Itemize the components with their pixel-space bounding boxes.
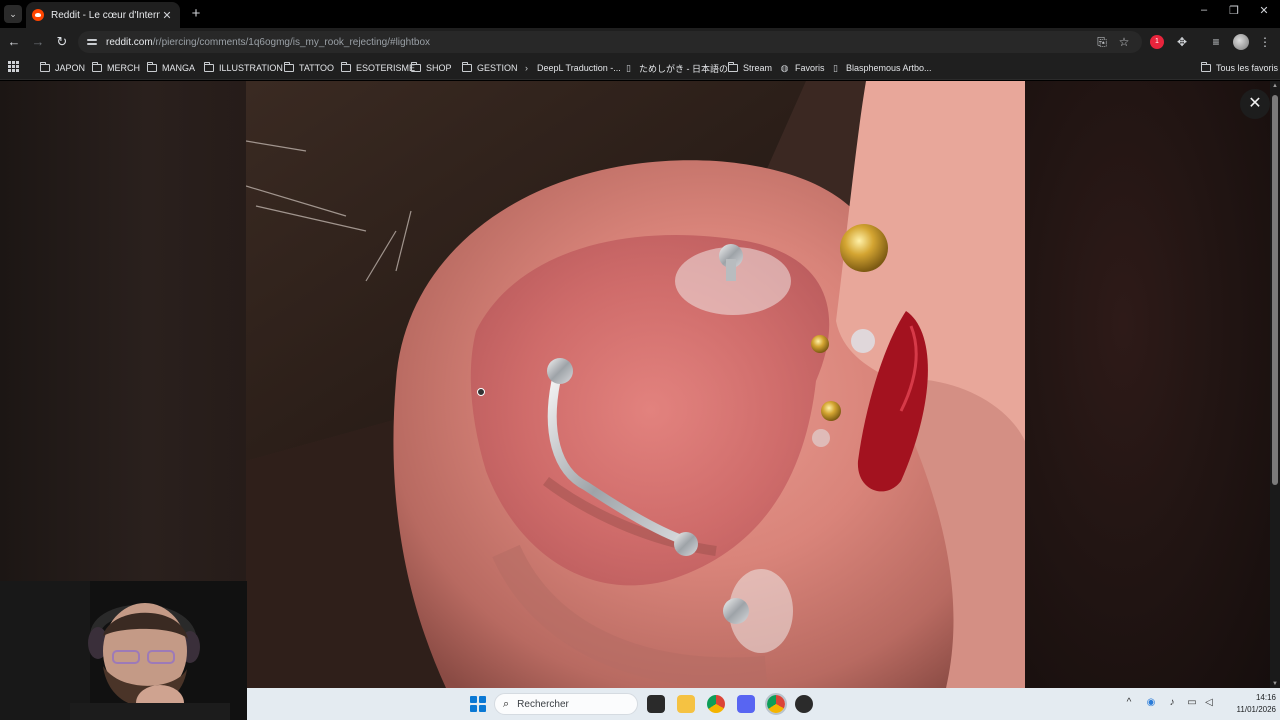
- scrollbar[interactable]: ▲ ▼: [1270, 81, 1280, 688]
- bookmark-label: ESOTERISME: [356, 63, 416, 73]
- bookmark-label: ためしがき - 日本語の...: [639, 63, 736, 74]
- minimize-button[interactable]: –: [1194, 4, 1214, 16]
- bookmark-label: JAPON: [55, 63, 86, 73]
- url-path: /r/piercing/comments/1q6ogmg/is_my_rook_…: [152, 36, 431, 48]
- chrome-menu-icon[interactable]: ⋮: [1257, 34, 1273, 50]
- extension-badge[interactable]: 1: [1150, 35, 1164, 49]
- close-window-button[interactable]: ✕: [1254, 4, 1274, 17]
- globe-icon: ◍: [780, 62, 789, 73]
- new-tab-button[interactable]: +: [188, 5, 204, 22]
- lightbox-image[interactable]: [246, 81, 1025, 688]
- install-app-icon[interactable]: ⎘: [1094, 34, 1110, 50]
- windows-taskbar: ⌕ Rechercher ^ ◉ ♪ ▭ ◁ 14:16 11/01/2026: [247, 688, 1280, 720]
- forward-icon[interactable]: →: [30, 34, 46, 50]
- bookmark-item[interactable]: ▯ ためしがき - 日本語の...: [623, 61, 736, 75]
- folder-icon: [462, 62, 472, 72]
- scroll-up-icon[interactable]: ▲: [1271, 83, 1279, 89]
- tab-search-button[interactable]: ⌄: [4, 5, 22, 23]
- folder-icon: [40, 62, 50, 72]
- webcam-overlay: [0, 581, 247, 720]
- folder-icon: [728, 62, 738, 72]
- bookmark-label: Blasphemous Artbo...: [846, 63, 932, 73]
- bookmark-star-icon[interactable]: ☆: [1116, 34, 1132, 50]
- clock-date: 11/01/2026: [1236, 705, 1276, 714]
- ear-piercing-photo: [246, 81, 1025, 688]
- page-icon: ▯: [626, 62, 631, 73]
- bookmark-item[interactable]: SHOP: [411, 61, 452, 75]
- bookmark-item[interactable]: MERCH: [92, 61, 140, 75]
- media-control-icon[interactable]: ≡: [1208, 34, 1224, 50]
- bookmark-item[interactable]: MANGA: [147, 61, 195, 75]
- bookmark-label: SHOP: [426, 63, 452, 73]
- extensions-icon[interactable]: ✥: [1174, 34, 1190, 50]
- bookmark-label: Favoris: [795, 63, 825, 73]
- security-icon[interactable]: ◉: [1144, 697, 1158, 708]
- scrollbar-thumb[interactable]: [1272, 95, 1278, 485]
- restore-button[interactable]: ❐: [1224, 4, 1244, 17]
- page-icon: ▯: [833, 62, 838, 73]
- site-info-icon[interactable]: [86, 36, 98, 48]
- folder-icon: [284, 62, 294, 72]
- all-bookmarks[interactable]: Tous les favoris: [1201, 61, 1278, 75]
- bookmark-label: Stream: [743, 63, 773, 73]
- tab-close-icon[interactable]: ✕: [160, 9, 174, 22]
- bookmark-label: MANGA: [162, 63, 196, 73]
- taskbar-search-placeholder: Rechercher: [517, 698, 569, 710]
- bookmark-item[interactable]: ESOTERISME: [341, 61, 415, 75]
- bookmark-item[interactable]: JAPON: [40, 61, 85, 75]
- lightbox-backdrop-right: [1025, 81, 1270, 688]
- system-clock[interactable]: 14:16 11/01/2026: [1222, 692, 1276, 716]
- folder-icon: [411, 62, 421, 72]
- tab-reddit[interactable]: Reddit - Le cœur d'Internet ✕: [26, 2, 180, 28]
- address-bar[interactable]: reddit.com/r/piercing/comments/1q6ogmg/i…: [78, 31, 1142, 53]
- network-icon[interactable]: ▭: [1185, 697, 1199, 708]
- streamer-webcam-feed: [0, 581, 247, 720]
- app-icon[interactable]: [795, 695, 813, 713]
- reload-icon[interactable]: ↻: [54, 34, 70, 50]
- browser-toolbar: ← → ↻ reddit.com/r/piercing/comments/1q6…: [0, 28, 1280, 56]
- start-button[interactable]: [470, 696, 486, 712]
- volume-icon[interactable]: ◁: [1202, 697, 1216, 708]
- bookmark-label: ILLUSTRATION: [219, 63, 283, 73]
- chrome-active-icon[interactable]: [765, 693, 787, 715]
- bookmark-item[interactable]: ◍ Favoris: [779, 61, 825, 75]
- folder-icon: [341, 62, 351, 72]
- profile-avatar[interactable]: [1233, 34, 1249, 50]
- reddit-icon: [32, 9, 44, 21]
- tab-title: Reddit - Le cœur d'Internet: [51, 9, 160, 21]
- url-text[interactable]: reddit.com/r/piercing/comments/1q6ogmg/i…: [106, 37, 430, 48]
- microphone-icon[interactable]: ♪: [1165, 697, 1179, 708]
- task-view-icon[interactable]: [647, 695, 665, 713]
- bookmark-item[interactable]: TATTOO: [284, 61, 334, 75]
- back-icon[interactable]: ←: [6, 34, 22, 50]
- url-domain: reddit.com: [106, 36, 153, 48]
- file-explorer-icon[interactable]: [677, 695, 695, 713]
- folder-icon: [204, 62, 214, 72]
- clock-time: 14:16: [1255, 693, 1276, 702]
- bookmark-item[interactable]: GESTION: [462, 61, 518, 75]
- bookmark-item[interactable]: ILLUSTRATION: [204, 61, 283, 75]
- tab-strip: ⌄ Reddit - Le cœur d'Internet ✕ + – ❐ ✕: [0, 0, 1280, 28]
- folder-icon: [92, 62, 102, 72]
- bookmark-label: TATTOO: [299, 63, 334, 73]
- tray-overflow-icon[interactable]: ^: [1122, 697, 1136, 708]
- close-lightbox-button[interactable]: ✕: [1240, 89, 1270, 119]
- bookmark-item[interactable]: › DeepL Traduction -...: [521, 61, 621, 75]
- search-icon: ⌕: [503, 697, 510, 710]
- folder-icon: [147, 62, 157, 72]
- discord-icon[interactable]: [737, 695, 755, 713]
- scroll-down-icon[interactable]: ▼: [1271, 681, 1279, 687]
- bookmark-item[interactable]: ▯ Blasphemous Artbo...: [830, 61, 932, 75]
- bookmark-label: MERCH: [107, 63, 140, 73]
- apps-grid-icon[interactable]: [8, 61, 19, 72]
- bookmark-label: DeepL Traduction -...: [537, 63, 621, 73]
- bookmark-item[interactable]: Stream: [728, 61, 772, 75]
- all-bookmarks-label: Tous les favoris: [1216, 63, 1279, 73]
- deepl-icon: ›: [525, 63, 528, 73]
- mouse-cursor: [477, 388, 485, 396]
- chrome-icon[interactable]: [707, 695, 725, 713]
- taskbar-search[interactable]: ⌕ Rechercher: [494, 693, 638, 715]
- folder-icon: [1201, 62, 1211, 72]
- bookmark-label: GESTION: [477, 63, 518, 73]
